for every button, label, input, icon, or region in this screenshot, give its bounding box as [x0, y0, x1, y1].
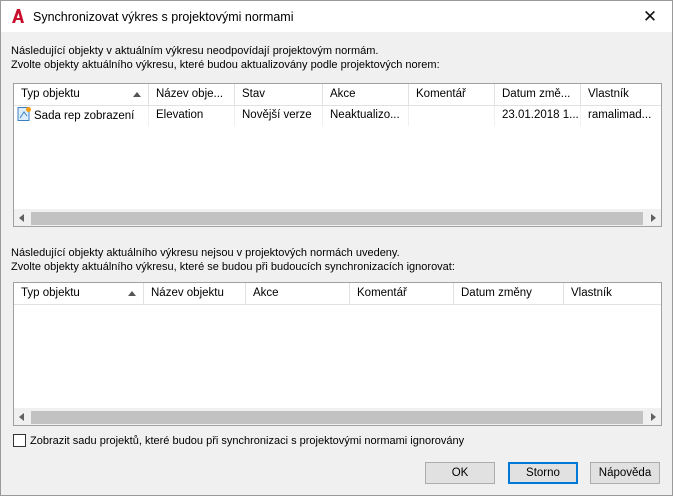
- ignored-objects-grid[interactable]: Typ objektu Název objektu Akce Komentář …: [13, 282, 662, 426]
- help-button[interactable]: Nápověda: [590, 462, 660, 484]
- column-header-object-type[interactable]: Typ objektu: [14, 84, 149, 106]
- column-header-action[interactable]: Akce: [246, 283, 350, 305]
- title-bar: Synchronizovat výkres s projektovými nor…: [1, 1, 672, 32]
- top-description-line1: Následující objekty v aktuálním výkresu …: [11, 45, 379, 57]
- window-title: Synchronizovat výkres s projektovými nor…: [33, 10, 294, 24]
- row-comment: [409, 106, 495, 126]
- scroll-thumb[interactable]: [31, 212, 643, 225]
- column-header-date-modified[interactable]: Datum změ...: [495, 84, 581, 106]
- column-header-owner[interactable]: Vlastník: [581, 84, 661, 106]
- row-date-modified: 23.01.2018 1...: [495, 106, 581, 126]
- row-object-type: Sada rep zobrazení: [34, 110, 135, 122]
- bottom-description-line1: Následující objekty aktuálního výkresu n…: [11, 247, 400, 259]
- column-header-status[interactable]: Stav: [235, 84, 323, 106]
- row-object-name: Elevation: [149, 106, 235, 126]
- column-header-object-name[interactable]: Název objektu: [144, 283, 246, 305]
- grid-header: Typ objektu Název objektu Akce Komentář …: [14, 283, 661, 305]
- close-icon: ✕: [642, 6, 658, 27]
- table-row[interactable]: Sada rep zobrazení Elevation Novější ver…: [14, 106, 661, 126]
- bottom-description-line2: Zvolte objekty aktuálního výkresu, které…: [11, 261, 455, 273]
- property-set-icon: [16, 106, 32, 122]
- cancel-button[interactable]: Storno: [508, 462, 578, 484]
- scroll-left-icon[interactable]: [14, 409, 31, 425]
- column-header-owner[interactable]: Vlastník: [564, 283, 661, 305]
- column-header-action[interactable]: Akce: [323, 84, 409, 106]
- top-description-line2: Zvolte objekty aktuálního výkresu, které…: [11, 59, 440, 71]
- ok-button[interactable]: OK: [425, 462, 495, 484]
- horizontal-scrollbar[interactable]: [14, 408, 661, 425]
- row-action[interactable]: Neaktualizo...: [323, 106, 409, 126]
- autocad-a-icon: [10, 8, 26, 24]
- row-status: Novější verze: [235, 106, 323, 126]
- column-header-comment[interactable]: Komentář: [350, 283, 454, 305]
- sync-dialog: Synchronizovat výkres s projektovými nor…: [0, 0, 673, 496]
- scroll-right-icon[interactable]: [644, 210, 661, 226]
- show-ignored-projects-checkbox[interactable]: [13, 434, 26, 447]
- horizontal-scrollbar[interactable]: [14, 209, 661, 226]
- sort-ascending-icon: [133, 92, 141, 97]
- row-owner: ramalimad...: [581, 106, 661, 126]
- column-header-comment[interactable]: Komentář: [409, 84, 495, 106]
- column-header-date-modified[interactable]: Datum změny: [454, 283, 564, 305]
- sort-ascending-icon: [128, 291, 136, 296]
- scroll-left-icon[interactable]: [14, 210, 31, 226]
- scroll-thumb[interactable]: [31, 411, 643, 424]
- scroll-right-icon[interactable]: [644, 409, 661, 425]
- show-ignored-projects-label[interactable]: Zobrazit sadu projektů, které budou při …: [30, 435, 464, 447]
- column-header-object-type[interactable]: Typ objektu: [14, 283, 144, 305]
- close-button[interactable]: ✕: [628, 1, 672, 32]
- grid-header: Typ objektu Název obje... Stav Akce Kome…: [14, 84, 661, 106]
- column-header-object-name[interactable]: Název obje...: [149, 84, 235, 106]
- nonconforming-objects-grid[interactable]: Typ objektu Název obje... Stav Akce Kome…: [13, 83, 662, 227]
- show-ignored-projects-option[interactable]: Zobrazit sadu projektů, které budou při …: [13, 434, 464, 447]
